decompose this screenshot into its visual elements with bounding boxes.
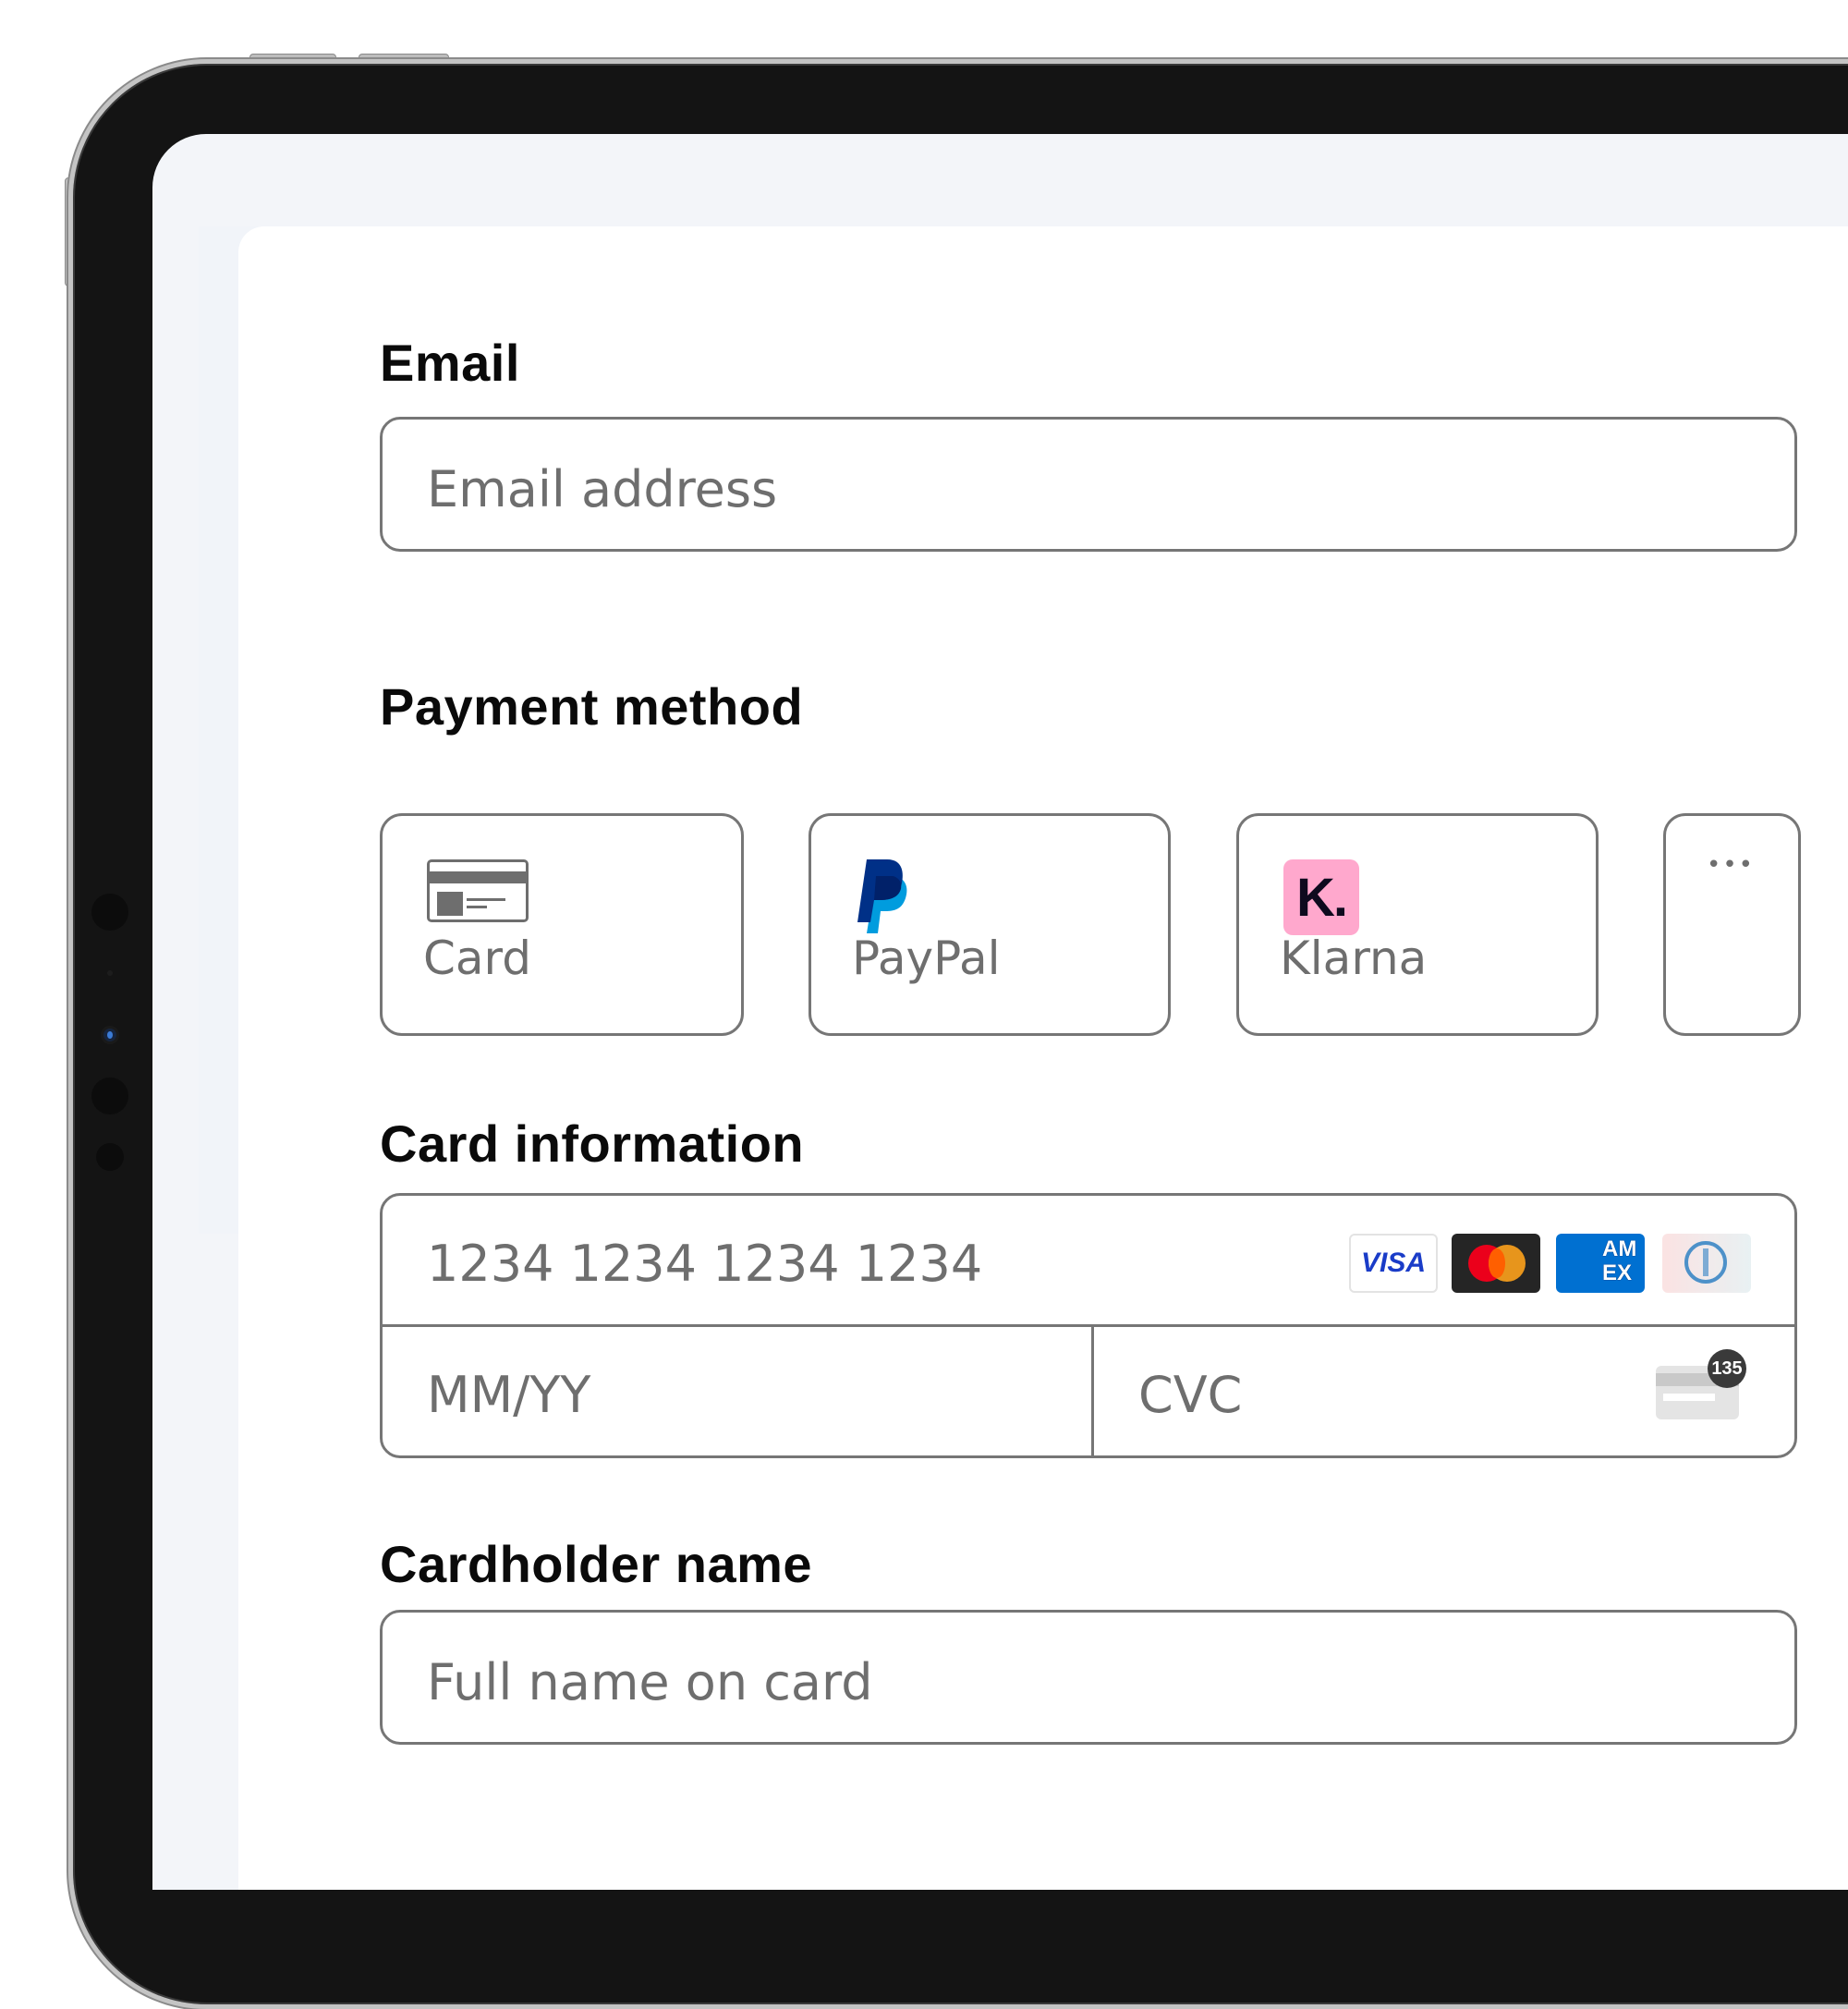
cardholder-name-input[interactable]: Full name on card <box>380 1610 1797 1745</box>
credit-card-icon <box>427 859 529 922</box>
visa-logo-icon: VISA <box>1349 1234 1438 1293</box>
sensor-dot <box>96 1143 124 1171</box>
payment-method-label: Payment method <box>380 677 804 736</box>
card-number-placeholder: 1234 1234 1234 1234 <box>427 1235 983 1293</box>
expiry-input[interactable]: MM/YY <box>383 1327 1094 1455</box>
payment-option-label: Klarna <box>1280 931 1428 985</box>
visa-logo-text: VISA <box>1360 1248 1427 1278</box>
payment-option-label: PayPal <box>852 931 1001 985</box>
klarna-logo-text: K. <box>1296 867 1348 928</box>
payment-option-paypal[interactable]: PayPal <box>808 813 1171 1036</box>
email-placeholder: Email address <box>427 460 778 518</box>
expiry-placeholder: MM/YY <box>427 1366 591 1424</box>
klarna-logo-icon: K. <box>1283 859 1359 935</box>
sensor-dot <box>91 1078 128 1114</box>
paypal-logo-icon <box>857 859 907 933</box>
more-payment-options-button[interactable]: ••• <box>1663 813 1801 1036</box>
cvc-hint-text: 135 <box>1711 1358 1743 1379</box>
email-input[interactable]: Email address <box>380 417 1797 552</box>
diners-club-logo-icon <box>1662 1234 1751 1293</box>
card-information-label: Card information <box>380 1114 805 1173</box>
sensor-pinhole <box>107 970 113 976</box>
cvc-placeholder: CVC <box>1138 1366 1243 1424</box>
sensor-dot <box>91 894 128 931</box>
mastercard-logo-icon <box>1452 1234 1540 1293</box>
cardholder-name-placeholder: Full name on card <box>427 1653 873 1711</box>
cvc-hint-icon: 135 <box>1656 1349 1746 1419</box>
payment-option-label: Card <box>423 931 531 985</box>
amex-logo-icon: AM EX <box>1556 1234 1645 1293</box>
camera-icon <box>103 1029 116 1041</box>
payment-option-klarna[interactable]: K. Klarna <box>1236 813 1599 1036</box>
cardholder-name-label: Cardholder name <box>380 1535 813 1593</box>
more-options-icon: ••• <box>1707 851 1756 879</box>
payment-option-card[interactable]: Card <box>380 813 744 1036</box>
email-label: Email <box>380 334 520 392</box>
amex-logo-text: AM EX <box>1602 1236 1637 1285</box>
